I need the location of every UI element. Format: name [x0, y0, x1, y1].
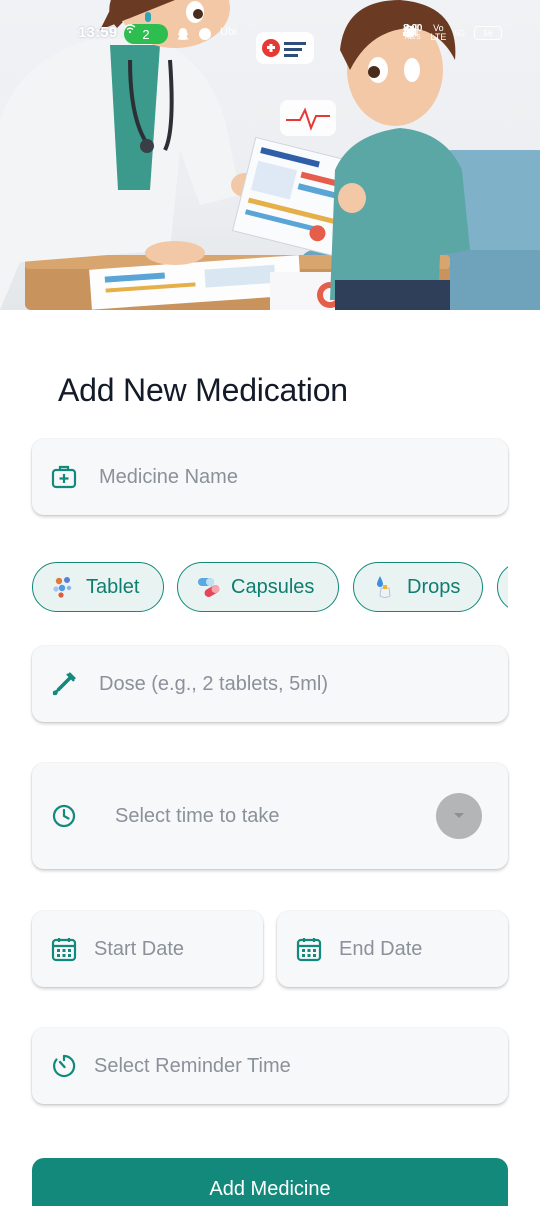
start-date-field[interactable]: Start Date	[32, 911, 263, 987]
clock-icon	[50, 802, 78, 830]
battery-level: 56	[483, 28, 493, 38]
capsule-icon	[196, 574, 222, 600]
chip-drops-label: Drops	[407, 575, 461, 598]
status-right-cluster: 8.00 KB/S Vo LTE 5G 56	[403, 24, 502, 42]
hero-illustration: 13:59 2 Ubi 8.00 KB/S	[0, 0, 540, 310]
wifi-icon	[124, 24, 136, 34]
app-notification-icon	[199, 28, 211, 40]
reminder-placeholder: Select Reminder Time	[94, 1055, 291, 1077]
chip-capsules-label: Capsules	[231, 575, 315, 598]
tablet-icon	[51, 574, 77, 600]
medicine-name-placeholder: Medicine Name	[99, 466, 238, 488]
time-to-take-field[interactable]: Select time to take	[32, 763, 508, 869]
chip-tablet[interactable]: Tablet	[32, 562, 164, 612]
volte-bottom: LTE	[430, 32, 447, 42]
hotspot-count: 2	[142, 26, 150, 42]
dropper-icon	[50, 670, 78, 698]
status-time: 13:59	[78, 24, 118, 41]
dose-field[interactable]: Dose (e.g., 2 tablets, 5ml)	[32, 646, 508, 722]
add-medicine-label: Add Medicine	[209, 1178, 331, 1200]
dose-placeholder: Dose (e.g., 2 tablets, 5ml)	[99, 673, 328, 695]
medicine-type-chips: Tablet Capsules Drops	[32, 562, 508, 614]
add-medicine-button[interactable]: Add Medicine	[32, 1158, 508, 1206]
end-date-placeholder: End Date	[339, 938, 423, 960]
calendar-icon	[295, 935, 323, 963]
signal-label: 5G	[454, 28, 465, 38]
medical-kit-icon	[50, 463, 78, 491]
battery-icon: 56	[474, 26, 502, 40]
snapchat-icon	[177, 28, 189, 40]
chip-drops[interactable]: Drops	[353, 562, 483, 612]
signal-strength: 5G	[403, 24, 466, 38]
chip-tablet-label: Tablet	[86, 575, 140, 598]
volte-indicator: Vo LTE	[430, 24, 446, 42]
status-bar: 13:59 2 Ubi 8.00 KB/S	[0, 0, 540, 68]
drops-icon	[372, 574, 398, 600]
chevron-down-icon	[454, 813, 464, 818]
status-app-label: Ubi	[220, 26, 237, 38]
calendar-icon	[50, 935, 78, 963]
time-placeholder: Select time to take	[115, 805, 280, 827]
hotspot-badge: 2	[124, 24, 168, 44]
medicine-name-field[interactable]: Medicine Name	[32, 439, 508, 515]
chip-more-partial[interactable]	[497, 562, 508, 612]
time-dropdown-button[interactable]	[436, 793, 482, 839]
reminder-time-field[interactable]: Select Reminder Time	[32, 1028, 508, 1104]
chip-capsules[interactable]: Capsules	[177, 562, 339, 612]
page-title: Add New Medication	[58, 372, 348, 408]
signal-bars-icon	[403, 24, 419, 36]
timer-icon	[50, 1052, 78, 1080]
end-date-field[interactable]: End Date	[277, 911, 508, 987]
start-date-placeholder: Start Date	[94, 938, 185, 960]
